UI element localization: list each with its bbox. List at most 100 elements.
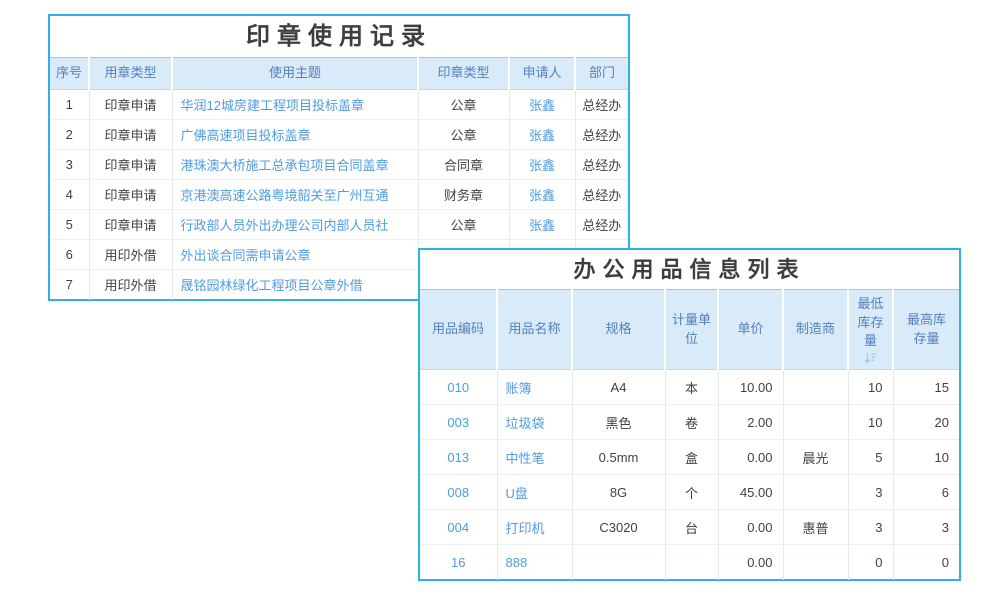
item-code-link[interactable]: 003	[420, 405, 497, 440]
office-supplies-panel: 办公用品信息列表 用品编码 用品名称 规格 计量单位 单价 制造商 最低库存量 …	[418, 248, 961, 581]
item-min-stock: 5	[848, 440, 893, 475]
seal-type: 财务章	[418, 180, 509, 210]
row-no: 5	[50, 210, 89, 240]
row-no: 3	[50, 150, 89, 180]
sort-amount-icon[interactable]	[853, 352, 888, 364]
dept: 总经办	[575, 90, 628, 120]
item-spec: 黑色	[572, 405, 665, 440]
supplies-col-price: 单价	[718, 290, 783, 370]
item-min-stock: 0	[848, 545, 893, 580]
item-unit: 本	[665, 370, 718, 405]
applicant-link[interactable]: 张鑫	[509, 210, 575, 240]
row-no: 7	[50, 270, 89, 300]
supplies-col-code: 用品编码	[420, 290, 497, 370]
usage-type: 印章申请	[89, 210, 172, 240]
subject-link[interactable]: 行政部人员外出办理公司内部人员社	[172, 210, 418, 240]
dept: 总经办	[575, 120, 628, 150]
item-price: 0.00	[718, 545, 783, 580]
item-code-link[interactable]: 008	[420, 475, 497, 510]
supplies-col-unit: 计量单位	[665, 290, 718, 370]
item-unit: 卷	[665, 405, 718, 440]
table-row: 3 印章申请 港珠澳大桥施工总承包项目合同盖章 合同章 张鑫 总经办	[50, 150, 628, 180]
table-row: 5 印章申请 行政部人员外出办理公司内部人员社 公章 张鑫 总经办	[50, 210, 628, 240]
seal-col-no: 序号	[50, 58, 89, 90]
item-min-stock: 10	[848, 405, 893, 440]
table-row: 16 888 0.00 0 0	[420, 545, 959, 580]
dept: 总经办	[575, 180, 628, 210]
table-row: 2 印章申请 广佛高速项目投标盖章 公章 张鑫 总经办	[50, 120, 628, 150]
applicant-link[interactable]: 张鑫	[509, 150, 575, 180]
row-no: 6	[50, 240, 89, 270]
item-price: 2.00	[718, 405, 783, 440]
item-max-stock: 15	[893, 370, 959, 405]
table-row: 004 打印机 C3020 台 0.00 惠普 3 3	[420, 510, 959, 545]
item-max-stock: 3	[893, 510, 959, 545]
row-no: 2	[50, 120, 89, 150]
item-name-link[interactable]: 打印机	[497, 510, 572, 545]
usage-type: 用印外借	[89, 240, 172, 270]
supplies-col-spec: 规格	[572, 290, 665, 370]
seal-col-seal-type: 印章类型	[418, 58, 509, 90]
row-no: 1	[50, 90, 89, 120]
item-spec: A4	[572, 370, 665, 405]
subject-link[interactable]: 外出谈合同需申请公章	[172, 240, 418, 270]
table-row: 013 中性笔 0.5mm 盒 0.00 晨光 5 10	[420, 440, 959, 475]
subject-link[interactable]: 晟铭园林绿化工程项目公章外借	[172, 270, 418, 300]
item-name-link[interactable]: 账簿	[497, 370, 572, 405]
usage-type: 印章申请	[89, 150, 172, 180]
office-supplies-table: 用品编码 用品名称 规格 计量单位 单价 制造商 最低库存量 最高库存量 010…	[420, 289, 959, 580]
row-no: 4	[50, 180, 89, 210]
item-name-link[interactable]: U盘	[497, 475, 572, 510]
item-price: 0.00	[718, 440, 783, 475]
seal-records-title: 印章使用记录	[50, 16, 628, 57]
item-min-stock: 10	[848, 370, 893, 405]
usage-type: 印章申请	[89, 90, 172, 120]
dept: 总经办	[575, 210, 628, 240]
item-unit	[665, 545, 718, 580]
seal-col-applicant: 申请人	[509, 58, 575, 90]
item-maker	[783, 475, 848, 510]
item-maker	[783, 405, 848, 440]
dept: 总经办	[575, 150, 628, 180]
item-name-link[interactable]: 中性笔	[497, 440, 572, 475]
item-spec: C3020	[572, 510, 665, 545]
item-name-link[interactable]: 888	[497, 545, 572, 580]
usage-type: 印章申请	[89, 120, 172, 150]
seal-col-usage-type: 用章类型	[89, 58, 172, 90]
subject-link[interactable]: 广佛高速项目投标盖章	[172, 120, 418, 150]
table-row: 010 账簿 A4 本 10.00 10 15	[420, 370, 959, 405]
item-unit: 盒	[665, 440, 718, 475]
seal-header-row: 序号 用章类型 使用主题 印章类型 申请人 部门	[50, 58, 628, 90]
item-code-link[interactable]: 013	[420, 440, 497, 475]
item-name-link[interactable]: 垃圾袋	[497, 405, 572, 440]
supplies-header-row: 用品编码 用品名称 规格 计量单位 单价 制造商 最低库存量 最高库存量	[420, 290, 959, 370]
office-supplies-title: 办公用品信息列表	[420, 250, 959, 289]
item-price: 0.00	[718, 510, 783, 545]
applicant-link[interactable]: 张鑫	[509, 90, 575, 120]
usage-type: 印章申请	[89, 180, 172, 210]
subject-link[interactable]: 京港澳高速公路粤境韶关至广州互通	[172, 180, 418, 210]
item-maker	[783, 545, 848, 580]
supplies-col-maker: 制造商	[783, 290, 848, 370]
item-spec: 8G	[572, 475, 665, 510]
item-code-link[interactable]: 16	[420, 545, 497, 580]
applicant-link[interactable]: 张鑫	[509, 180, 575, 210]
supplies-col-min-stock[interactable]: 最低库存量	[848, 290, 893, 370]
item-max-stock: 20	[893, 405, 959, 440]
subject-link[interactable]: 港珠澳大桥施工总承包项目合同盖章	[172, 150, 418, 180]
subject-link[interactable]: 华润12城房建工程项目投标盖章	[172, 90, 418, 120]
item-code-link[interactable]: 010	[420, 370, 497, 405]
item-price: 10.00	[718, 370, 783, 405]
seal-type: 公章	[418, 90, 509, 120]
item-code-link[interactable]: 004	[420, 510, 497, 545]
item-maker: 晨光	[783, 440, 848, 475]
seal-col-subject: 使用主题	[172, 58, 418, 90]
item-price: 45.00	[718, 475, 783, 510]
item-max-stock: 6	[893, 475, 959, 510]
seal-type: 公章	[418, 120, 509, 150]
supplies-col-max-stock: 最高库存量	[893, 290, 959, 370]
applicant-link[interactable]: 张鑫	[509, 120, 575, 150]
seal-type: 合同章	[418, 150, 509, 180]
item-spec	[572, 545, 665, 580]
table-row: 003 垃圾袋 黑色 卷 2.00 10 20	[420, 405, 959, 440]
